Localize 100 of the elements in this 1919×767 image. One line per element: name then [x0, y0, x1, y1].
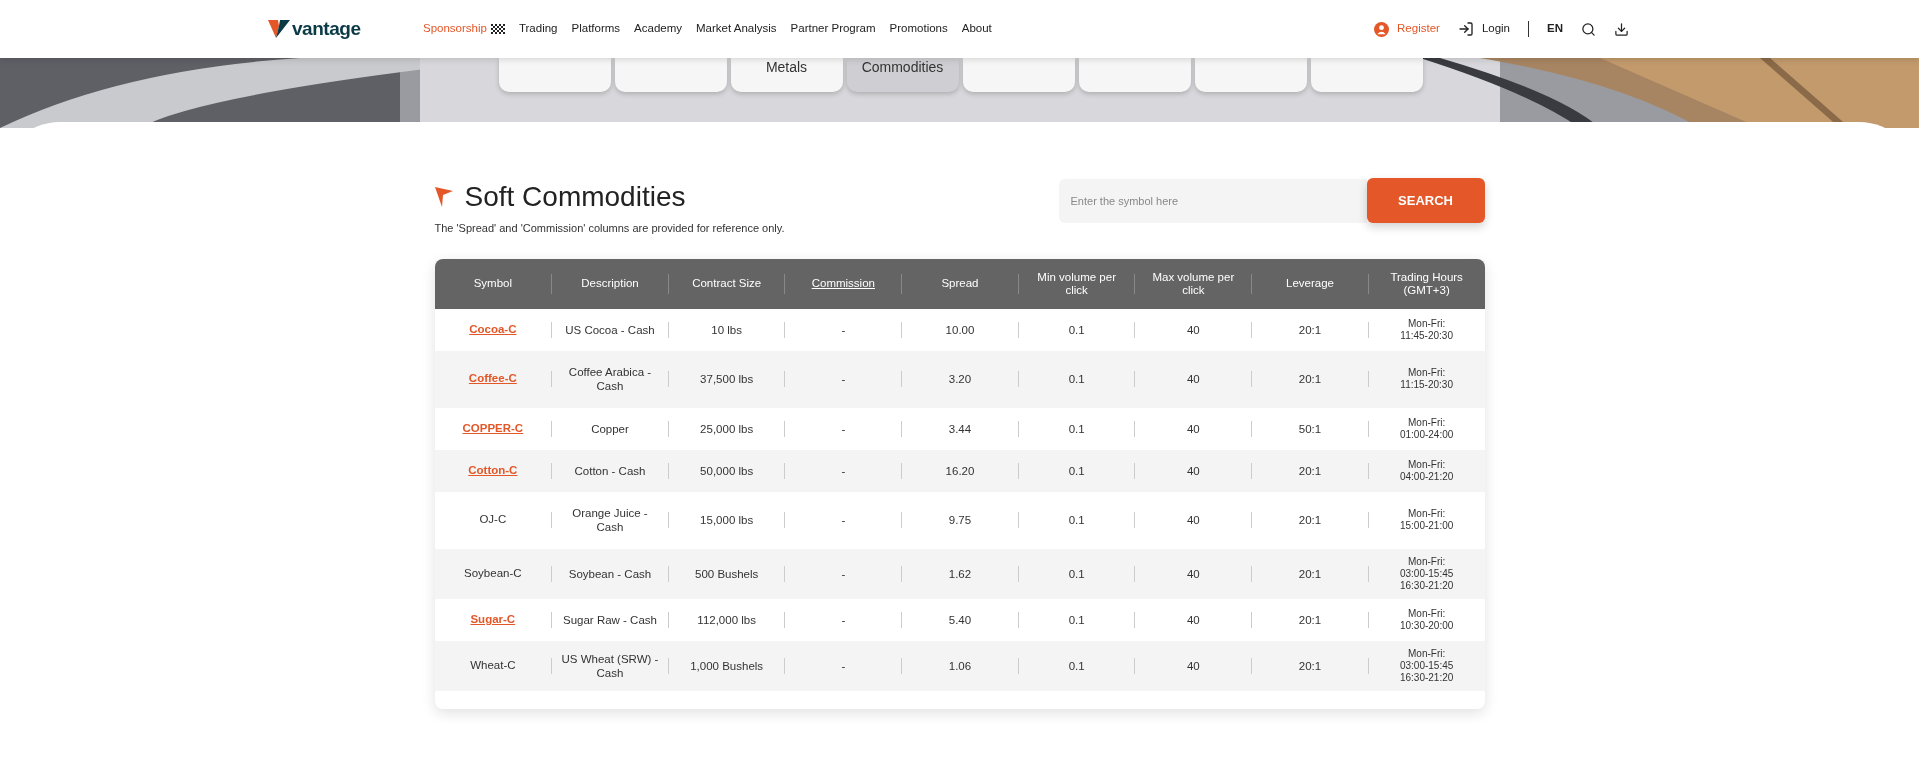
table-cell-text: 0.1 [1067, 513, 1086, 527]
table-cell-text: 40 [1185, 463, 1201, 478]
column-header: Spread [941, 277, 979, 290]
table-cell-text: OJ-C [479, 512, 507, 528]
table-cell-text: 50,000 lbs [699, 463, 755, 478]
table-cell-text: Soybean - Cash [567, 566, 653, 581]
symbol-search-field[interactable]: Enter the symbol here [1058, 178, 1367, 223]
nav-link[interactable]: Sponsorship [423, 20, 505, 38]
logo-text: vantage [292, 16, 361, 41]
table-cell-text: 0.1 [1067, 421, 1086, 436]
table-cell-text: Wheat-C [470, 657, 516, 673]
table-cell-text: - [840, 566, 847, 581]
table-cell-text: 112,000 lbs [696, 612, 757, 627]
column-header: Max volume per click [1151, 270, 1236, 297]
symbol-link[interactable]: Sugar-C [470, 610, 516, 629]
table-cell-text: 15,000 lbs [699, 513, 755, 527]
table-cell-text: Orange Juice - Cash [571, 506, 649, 534]
nav-link[interactable]: Trading [518, 20, 558, 38]
category-tab[interactable] [1078, 58, 1191, 92]
page-title: Soft Commodities [464, 180, 686, 214]
table-cell-text: 20:1 [1297, 372, 1323, 386]
table-cell-text: - [840, 322, 847, 337]
table-cell-text: 0.1 [1067, 612, 1086, 627]
table-cell-text: 500 Bushels [694, 566, 760, 581]
nav-link[interactable]: Promotions [889, 20, 948, 38]
table-cell-text: Cotton - Cash [573, 463, 647, 478]
table-cell-text: 40 [1185, 421, 1201, 436]
nav-link[interactable]: Platforms [571, 20, 621, 38]
nav-link[interactable]: Academy [634, 20, 683, 38]
column-header: Contract Size [692, 277, 762, 290]
table-cell-text: Mon-Fri: 10:30-20:00 [1398, 607, 1455, 632]
table-cell-text: 50:1 [1297, 421, 1323, 436]
table-cell-text: - [840, 463, 847, 478]
table-cell-text: 10 lbs [710, 322, 743, 337]
login-link[interactable]: Login [1457, 20, 1510, 38]
user-icon [1374, 21, 1390, 37]
table-cell-text: Mon-Fri: 04:00-21:20 [1398, 458, 1455, 483]
table-cell-text: 0.1 [1067, 372, 1086, 386]
table-cell-text: 40 [1185, 322, 1201, 337]
column-header: Description [581, 277, 639, 290]
checkered-flag-icon [490, 24, 505, 34]
table-cell-text: 40 [1185, 658, 1201, 673]
table-cell-text: US Wheat (SRW) - Cash [560, 651, 660, 680]
category-tab[interactable] [1310, 58, 1423, 92]
table-cell-text: - [840, 513, 847, 527]
table-cell-text: 3.20 [947, 372, 973, 386]
table-cell-text: Mon-Fri: 03:00-15:45 16:30-21:20 [1398, 555, 1455, 592]
table-cell-text: 0.1 [1067, 566, 1086, 581]
table-cell-text: 1.06 [947, 658, 973, 673]
table-cell-text: Mon-Fri: 11:45-20:30 [1399, 317, 1454, 342]
category-tab[interactable]: Commodities [846, 58, 959, 92]
table-cell-text: - [840, 658, 847, 673]
search-button[interactable]: SEARCH [1366, 178, 1485, 223]
login-icon [1457, 21, 1474, 37]
arrow-icon [434, 187, 453, 207]
column-header: Min volume per click [1036, 270, 1117, 297]
table-cell-text: 25,000 lbs [699, 421, 755, 436]
table-cell-text: - [840, 612, 847, 627]
nav-link[interactable]: Partner Program [790, 20, 876, 38]
table-cell-text: 40 [1185, 612, 1201, 627]
table-cell-text: 0.1 [1067, 322, 1086, 337]
table-cell-text: 1.62 [947, 566, 973, 581]
table-cell-text: Soybean-C [464, 565, 522, 581]
table-cell-text: 20:1 [1297, 612, 1323, 627]
category-tab[interactable]: Metals [730, 58, 843, 92]
language-button[interactable]: EN [1547, 20, 1563, 38]
download-icon[interactable] [1614, 21, 1629, 37]
symbol-link[interactable]: Cocoa-C [469, 320, 517, 339]
table-cell-text: Mon-Fri: 15:00-21:00 [1398, 508, 1455, 532]
reference-note: The 'Spread' and 'Commission' columns are provided for reference only. [434, 221, 785, 236]
column-header: Trading Hours (GMT+3) [1389, 270, 1464, 297]
table-cell-text: 9.75 [947, 513, 973, 527]
logo-icon [268, 18, 290, 40]
table-cell-text: 5.40 [947, 612, 973, 627]
category-tab[interactable] [614, 58, 727, 92]
table-cell-text: 3.44 [947, 421, 973, 436]
table-cell-text: 10.00 [944, 322, 976, 337]
column-header: Symbol [473, 277, 512, 290]
nav-link[interactable]: Market Analysis [696, 20, 777, 38]
table-cell-text: 37,500 lbs [699, 372, 755, 386]
table-cell-text: 20:1 [1297, 322, 1323, 337]
table-cell-text: 0.1 [1067, 463, 1086, 478]
register-link[interactable]: Register [1374, 20, 1440, 38]
table-cell-text: 40 [1185, 372, 1201, 386]
category-tab[interactable] [962, 58, 1075, 92]
table-cell-text: Coffee Arabica - Cash [567, 365, 653, 393]
table-cell-text: Sugar Raw - Cash [562, 612, 658, 627]
table-cell-text: 0.1 [1067, 658, 1086, 673]
category-tab[interactable] [1194, 58, 1307, 92]
table-cell-text: Mon-Fri: 03:00-15:45 16:30-21:20 [1398, 647, 1455, 684]
nav-link[interactable]: About [961, 20, 992, 38]
column-header[interactable]: Commission [811, 277, 875, 290]
table-cell-text: 40 [1185, 513, 1201, 527]
table-cell-text: 20:1 [1297, 463, 1323, 478]
table-cell-text: - [840, 372, 847, 386]
symbol-link[interactable]: COPPER-C [462, 419, 524, 438]
table-cell-text: Mon-Fri: 11:15-20:30 [1399, 367, 1454, 391]
category-tab[interactable] [498, 58, 611, 92]
search-icon[interactable] [1581, 21, 1596, 37]
table-cell-text: 40 [1185, 566, 1201, 581]
